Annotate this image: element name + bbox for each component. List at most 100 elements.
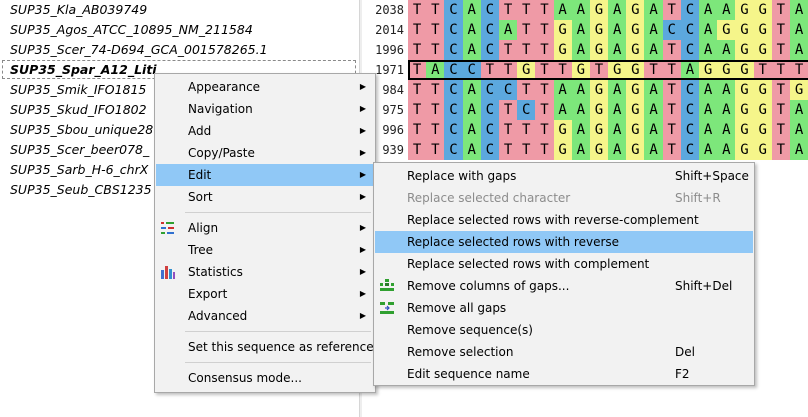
nucleotide-cell[interactable]: C [444, 100, 463, 120]
nucleotide-cell[interactable]: C [662, 20, 681, 40]
nucleotide-cell[interactable]: T [426, 100, 445, 120]
nucleotide-cell[interactable]: G [717, 20, 736, 40]
nucleotide-cell[interactable]: A [717, 80, 736, 100]
menu-item-remove-selection[interactable]: Remove selection Del [375, 341, 753, 363]
nucleotide-cell[interactable]: T [535, 140, 554, 160]
nucleotide-cell[interactable]: A [644, 0, 663, 20]
nucleotide-cell[interactable]: C [462, 60, 481, 80]
nucleotide-cell[interactable]: T [498, 60, 518, 80]
menu-item-edit-sequence-name[interactable]: Edit sequence name F2 [375, 363, 753, 385]
nucleotide-cell[interactable]: G [626, 140, 645, 160]
nucleotide-cell[interactable]: G [626, 40, 645, 60]
sequence-row[interactable]: TTCACTTTGAGAGATCAAGGTACCA [408, 120, 808, 140]
nucleotide-cell[interactable]: C [680, 20, 699, 40]
nucleotide-cell[interactable]: T [662, 140, 681, 160]
nucleotide-cell[interactable]: A [644, 140, 663, 160]
nucleotide-cell[interactable]: C [680, 80, 699, 100]
nucleotide-cell[interactable]: T [789, 60, 808, 80]
nucleotide-cell[interactable]: T [535, 20, 554, 40]
nucleotide-cell[interactable]: C [680, 100, 699, 120]
nucleotide-cell[interactable]: T [771, 40, 790, 60]
nucleotide-cell[interactable]: T [662, 100, 681, 120]
nucleotide-cell[interactable]: C [480, 80, 499, 100]
nucleotide-cell[interactable]: A [717, 100, 736, 120]
nucleotide-cell[interactable]: C [480, 0, 499, 20]
nucleotide-cell[interactable]: T [408, 0, 427, 20]
nucleotide-cell[interactable]: G [589, 40, 609, 60]
nucleotide-cell[interactable]: A [789, 100, 808, 120]
nucleotide-cell[interactable]: T [498, 0, 518, 20]
nucleotide-cell[interactable]: T [535, 100, 554, 120]
nucleotide-cell[interactable]: A [699, 80, 718, 100]
nucleotide-cell[interactable]: A [644, 40, 663, 60]
nucleotide-cell[interactable]: T [426, 40, 445, 60]
nucleotide-cell[interactable]: T [535, 0, 554, 20]
nucleotide-cell[interactable]: G [735, 40, 754, 60]
sequence-name[interactable]: SUP35_Scer_74-D694_GCA_001578265.1 [10, 40, 355, 60]
nucleotide-cell[interactable]: A [789, 40, 808, 60]
nucleotide-cell[interactable]: C [444, 140, 463, 160]
nucleotide-cell[interactable]: A [717, 40, 736, 60]
nucleotide-cell[interactable]: C [444, 0, 463, 20]
nucleotide-cell[interactable]: C [680, 140, 699, 160]
nucleotide-cell[interactable]: G [626, 20, 645, 40]
nucleotide-cell[interactable]: G [735, 120, 754, 140]
nucleotide-cell[interactable]: C [444, 60, 463, 80]
nucleotide-cell[interactable]: A [571, 140, 590, 160]
nucleotide-cell[interactable]: G [553, 140, 572, 160]
nucleotide-cell[interactable]: A [644, 20, 663, 40]
nucleotide-cell[interactable]: T [498, 140, 518, 160]
nucleotide-cell[interactable]: C [444, 20, 463, 40]
nucleotide-cell[interactable]: T [408, 120, 427, 140]
nucleotide-cell[interactable]: T [662, 40, 681, 60]
nucleotide-cell[interactable]: G [753, 80, 772, 100]
menu-item-sort[interactable]: Sort ▶ [156, 186, 374, 208]
nucleotide-cell[interactable]: T [753, 60, 772, 80]
nucleotide-cell[interactable]: A [571, 100, 590, 120]
nucleotide-cell[interactable]: A [462, 20, 481, 40]
nucleotide-cell[interactable]: T [517, 140, 536, 160]
nucleotide-cell[interactable]: G [735, 80, 754, 100]
menu-item-reverse[interactable]: Replace selected rows with reverse [375, 231, 753, 253]
nucleotide-cell[interactable]: G [753, 120, 772, 140]
menu-item-complement[interactable]: Replace selected rows with complement [375, 253, 753, 275]
nucleotide-cell[interactable]: G [753, 140, 772, 160]
nucleotide-cell[interactable]: T [771, 20, 790, 40]
nucleotide-cell[interactable]: C [480, 120, 499, 140]
sequence-row[interactable]: TTCACTTTGAGAGATCAAGGTACCA [408, 40, 808, 60]
nucleotide-cell[interactable]: T [589, 60, 609, 80]
nucleotide-cell[interactable]: C [444, 120, 463, 140]
nucleotide-cell[interactable]: T [498, 40, 518, 60]
menu-item-edit[interactable]: Edit ▶ [156, 164, 374, 186]
menu-item-set-reference[interactable]: Set this sequence as reference [156, 336, 374, 358]
menu-item-copy-paste[interactable]: Copy/Paste ▶ [156, 142, 374, 164]
nucleotide-cell[interactable]: A [699, 140, 718, 160]
menu-item-add[interactable]: Add ▶ [156, 120, 374, 142]
nucleotide-cell[interactable]: G [553, 120, 572, 140]
nucleotide-cell[interactable]: G [589, 0, 609, 20]
nucleotide-cell[interactable]: A [462, 80, 481, 100]
menu-item-advanced[interactable]: Advanced ▶ [156, 305, 374, 327]
nucleotide-cell[interactable]: T [535, 60, 554, 80]
nucleotide-cell[interactable]: T [408, 100, 427, 120]
menu-item-align[interactable]: Align ▶ [156, 217, 374, 239]
nucleotide-cell[interactable]: C [680, 40, 699, 60]
nucleotide-cell[interactable]: T [426, 140, 445, 160]
menu-item-navigation[interactable]: Navigation ▶ [156, 98, 374, 120]
nucleotide-cell[interactable]: C [680, 0, 699, 20]
nucleotide-cell[interactable]: G [735, 0, 754, 20]
nucleotide-cell[interactable]: T [498, 100, 518, 120]
nucleotide-cell[interactable]: A [571, 80, 590, 100]
nucleotide-cell[interactable]: G [735, 140, 754, 160]
sequence-row[interactable]: TTCACTTTAAGAGATCAAGGTACCA [408, 0, 808, 20]
nucleotide-cell[interactable]: A [608, 80, 627, 100]
nucleotide-cell[interactable]: G [626, 120, 645, 140]
nucleotide-cell[interactable]: A [644, 120, 663, 140]
nucleotide-cell[interactable]: A [608, 100, 627, 120]
sequence-name[interactable]: SUP35_Agos_ATCC_10895_NM_211584 [10, 20, 355, 40]
nucleotide-cell[interactable]: A [462, 120, 481, 140]
nucleotide-cell[interactable]: G [571, 60, 590, 80]
sequence-row[interactable]: TTCACCTTAAGAGATCAAGGTGCTA [408, 80, 808, 100]
nucleotide-cell[interactable]: T [771, 0, 790, 20]
nucleotide-cell[interactable]: T [662, 120, 681, 140]
